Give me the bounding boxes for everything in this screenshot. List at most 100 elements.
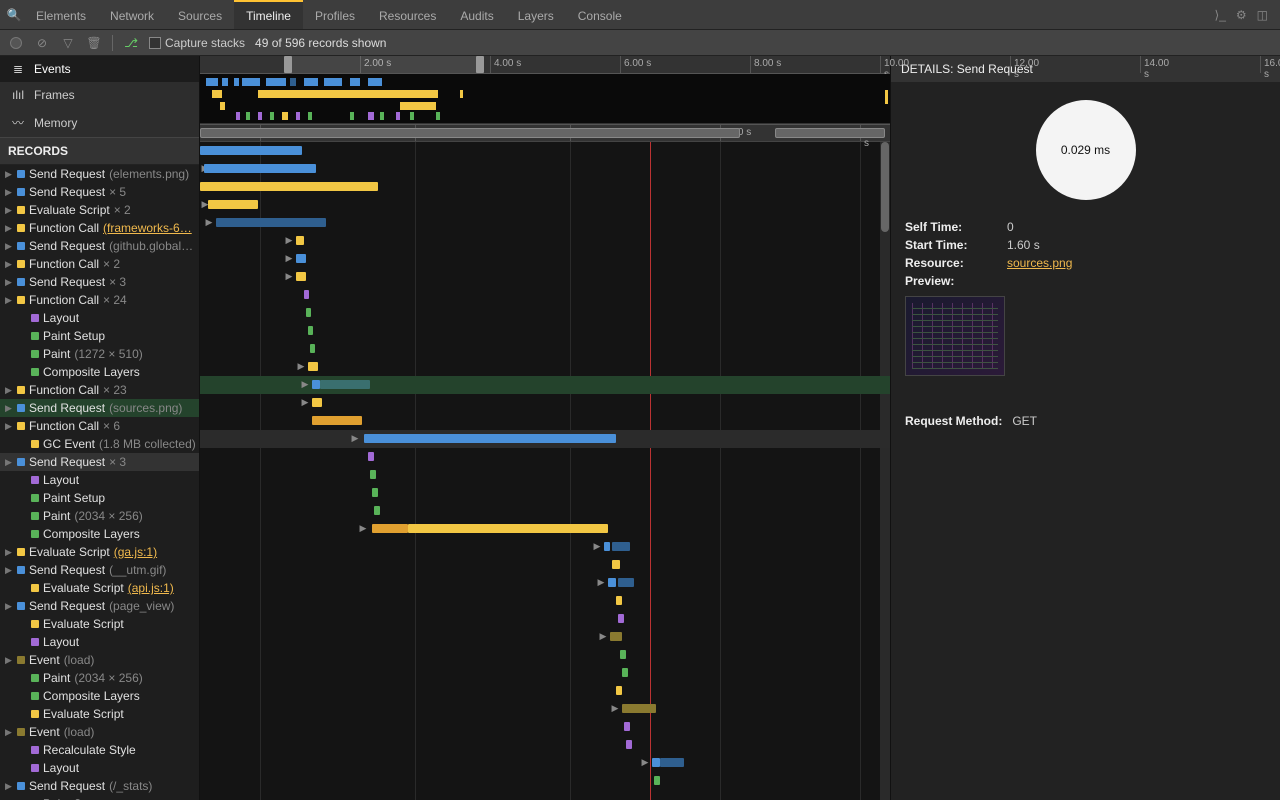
tab-audits[interactable]: Audits <box>448 0 505 29</box>
record-row[interactable]: Paint Setup <box>0 795 199 800</box>
flame-icon[interactable]: ⎇ <box>123 35 139 51</box>
waterfall-row[interactable]: ▶ <box>200 394 890 412</box>
view-events[interactable]: ≣Events <box>0 56 199 82</box>
waterfall-row[interactable] <box>200 646 890 664</box>
record-row[interactable]: ▶Function Call × 2 <box>0 255 199 273</box>
waterfall-row[interactable] <box>200 736 890 754</box>
tab-layers[interactable]: Layers <box>506 0 566 29</box>
record-row[interactable]: Composite Layers <box>0 525 199 543</box>
record-row[interactable]: ▶Event (load) <box>0 723 199 741</box>
record-button[interactable] <box>8 35 24 51</box>
overview-lanes[interactable] <box>200 74 890 124</box>
record-row[interactable]: ▶Send Request (sources.png) <box>0 399 199 417</box>
record-row[interactable]: GC Event (1.8 MB collected) <box>0 435 199 453</box>
record-row[interactable]: Composite Layers <box>0 363 199 381</box>
tab-profiles[interactable]: Profiles <box>303 0 367 29</box>
record-row[interactable]: ▶Event (load) <box>0 651 199 669</box>
waterfall-row[interactable]: ▶ <box>200 430 890 448</box>
preview-thumbnail[interactable] <box>905 296 1005 376</box>
waterfall-row[interactable] <box>200 448 890 466</box>
waterfall-row[interactable]: ▶ <box>200 232 890 250</box>
console-toggle-icon[interactable]: ⟩_ <box>1215 8 1226 22</box>
record-row[interactable]: Paint (2034 × 256) <box>0 669 199 687</box>
record-row[interactable]: Composite Layers <box>0 687 199 705</box>
waterfall-row[interactable]: ▶ <box>200 358 890 376</box>
waterfall-row[interactable] <box>200 322 890 340</box>
view-frames[interactable]: ılılFrames <box>0 82 199 108</box>
dock-icon[interactable]: ◫ <box>1257 8 1268 22</box>
record-row[interactable]: ▶Function Call × 24 <box>0 291 199 309</box>
record-row[interactable]: Paint Setup <box>0 327 199 345</box>
waterfall-row[interactable]: ▶ <box>200 214 890 232</box>
record-row[interactable]: ▶Evaluate Script (ga.js:1) <box>0 543 199 561</box>
waterfall-row[interactable] <box>200 664 890 682</box>
waterfall-row[interactable] <box>200 718 890 736</box>
record-row[interactable]: Layout <box>0 759 199 777</box>
record-row[interactable]: Recalculate Style <box>0 741 199 759</box>
waterfall-row[interactable] <box>200 556 890 574</box>
waterfall-row[interactable]: ▶ <box>200 160 890 178</box>
overview-ruler[interactable]: 2.00 s4.00 s6.00 s8.00 s10.00 s12.00 s14… <box>200 56 890 74</box>
record-row[interactable]: ▶Function Call × 23 <box>0 381 199 399</box>
waterfall-row[interactable]: ▶ <box>200 700 890 718</box>
tab-elements[interactable]: Elements <box>24 0 98 29</box>
waterfall-row[interactable] <box>200 412 890 430</box>
waterfall-row[interactable]: ▶ <box>200 754 890 772</box>
tab-console[interactable]: Console <box>566 0 634 29</box>
waterfall-row[interactable]: ▶ <box>200 574 890 592</box>
waterfall-row[interactable]: ▶ <box>200 538 890 556</box>
waterfall-row[interactable] <box>200 466 890 484</box>
waterfall-row[interactable]: ▶ <box>200 268 890 286</box>
waterfall-row[interactable] <box>200 484 890 502</box>
record-row[interactable]: ▶Evaluate Script × 2 <box>0 201 199 219</box>
waterfall-row[interactable] <box>200 304 890 322</box>
record-row[interactable]: ▶Send Request (github.global… <box>0 237 199 255</box>
settings-gear-icon[interactable]: ⚙ <box>1236 8 1247 22</box>
tab-timeline[interactable]: Timeline <box>234 0 303 29</box>
filter-icon[interactable]: ▽ <box>60 35 76 51</box>
record-row[interactable]: Layout <box>0 471 199 489</box>
waterfall-row[interactable] <box>200 592 890 610</box>
record-row[interactable]: Evaluate Script <box>0 615 199 633</box>
record-row[interactable]: Evaluate Script <box>0 705 199 723</box>
record-row[interactable]: Layout <box>0 309 199 327</box>
waterfall-row[interactable]: ▶ <box>200 628 890 646</box>
record-row[interactable]: Paint Setup <box>0 489 199 507</box>
waterfall-row[interactable] <box>200 502 890 520</box>
waterfall-row[interactable] <box>200 142 890 160</box>
waterfall-row[interactable] <box>200 772 890 790</box>
record-row[interactable]: ▶Function Call × 6 <box>0 417 199 435</box>
waterfall-row[interactable] <box>200 178 890 196</box>
garbage-icon[interactable]: 🗑 <box>86 35 102 51</box>
record-row[interactable]: ▶Function Call (frameworks-6… <box>0 219 199 237</box>
waterfall-row[interactable]: ▶ <box>200 250 890 268</box>
record-row[interactable]: Paint (2034 × 256) <box>0 507 199 525</box>
tab-resources[interactable]: Resources <box>367 0 448 29</box>
record-row[interactable]: ▶Send Request × 5 <box>0 183 199 201</box>
view-memory[interactable]: 〰Memory <box>0 108 199 137</box>
record-row[interactable]: ▶Send Request × 3 <box>0 273 199 291</box>
search-icon[interactable]: 🔍 <box>4 8 24 22</box>
waterfall-row[interactable]: ▶ <box>200 376 890 394</box>
record-row[interactable]: ▶Send Request (elements.png) <box>0 165 199 183</box>
waterfall[interactable]: ▶▶▶▶▶▶▶▶▶▶▶▶▶▶▶▶ <box>200 142 890 800</box>
record-row[interactable]: Layout <box>0 633 199 651</box>
waterfall-row[interactable]: ▶ <box>200 196 890 214</box>
clear-icon[interactable]: ⊘ <box>34 35 50 51</box>
record-row[interactable]: ▶Send Request × 3 <box>0 453 199 471</box>
waterfall-row[interactable]: ▶ <box>200 520 890 538</box>
waterfall-row[interactable] <box>200 682 890 700</box>
waterfall-row[interactable] <box>200 286 890 304</box>
capture-stacks-checkbox[interactable]: Capture stacks <box>149 36 245 50</box>
resource-link[interactable]: sources.png <box>1007 256 1072 270</box>
waterfall-row[interactable] <box>200 340 890 358</box>
record-row[interactable]: Evaluate Script (api.js:1) <box>0 579 199 597</box>
record-row[interactable]: Paint (1272 × 510) <box>0 345 199 363</box>
record-row[interactable]: ▶Send Request (__utm.gif) <box>0 561 199 579</box>
detail-ruler[interactable]: 1.50 s2.00 s2.50 s3.00 s3.50 s <box>200 124 890 142</box>
waterfall-row[interactable] <box>200 610 890 628</box>
record-row[interactable]: ▶Send Request (/_stats) <box>0 777 199 795</box>
record-row[interactable]: ▶Send Request (page_view) <box>0 597 199 615</box>
tab-sources[interactable]: Sources <box>166 0 234 29</box>
tab-network[interactable]: Network <box>98 0 166 29</box>
